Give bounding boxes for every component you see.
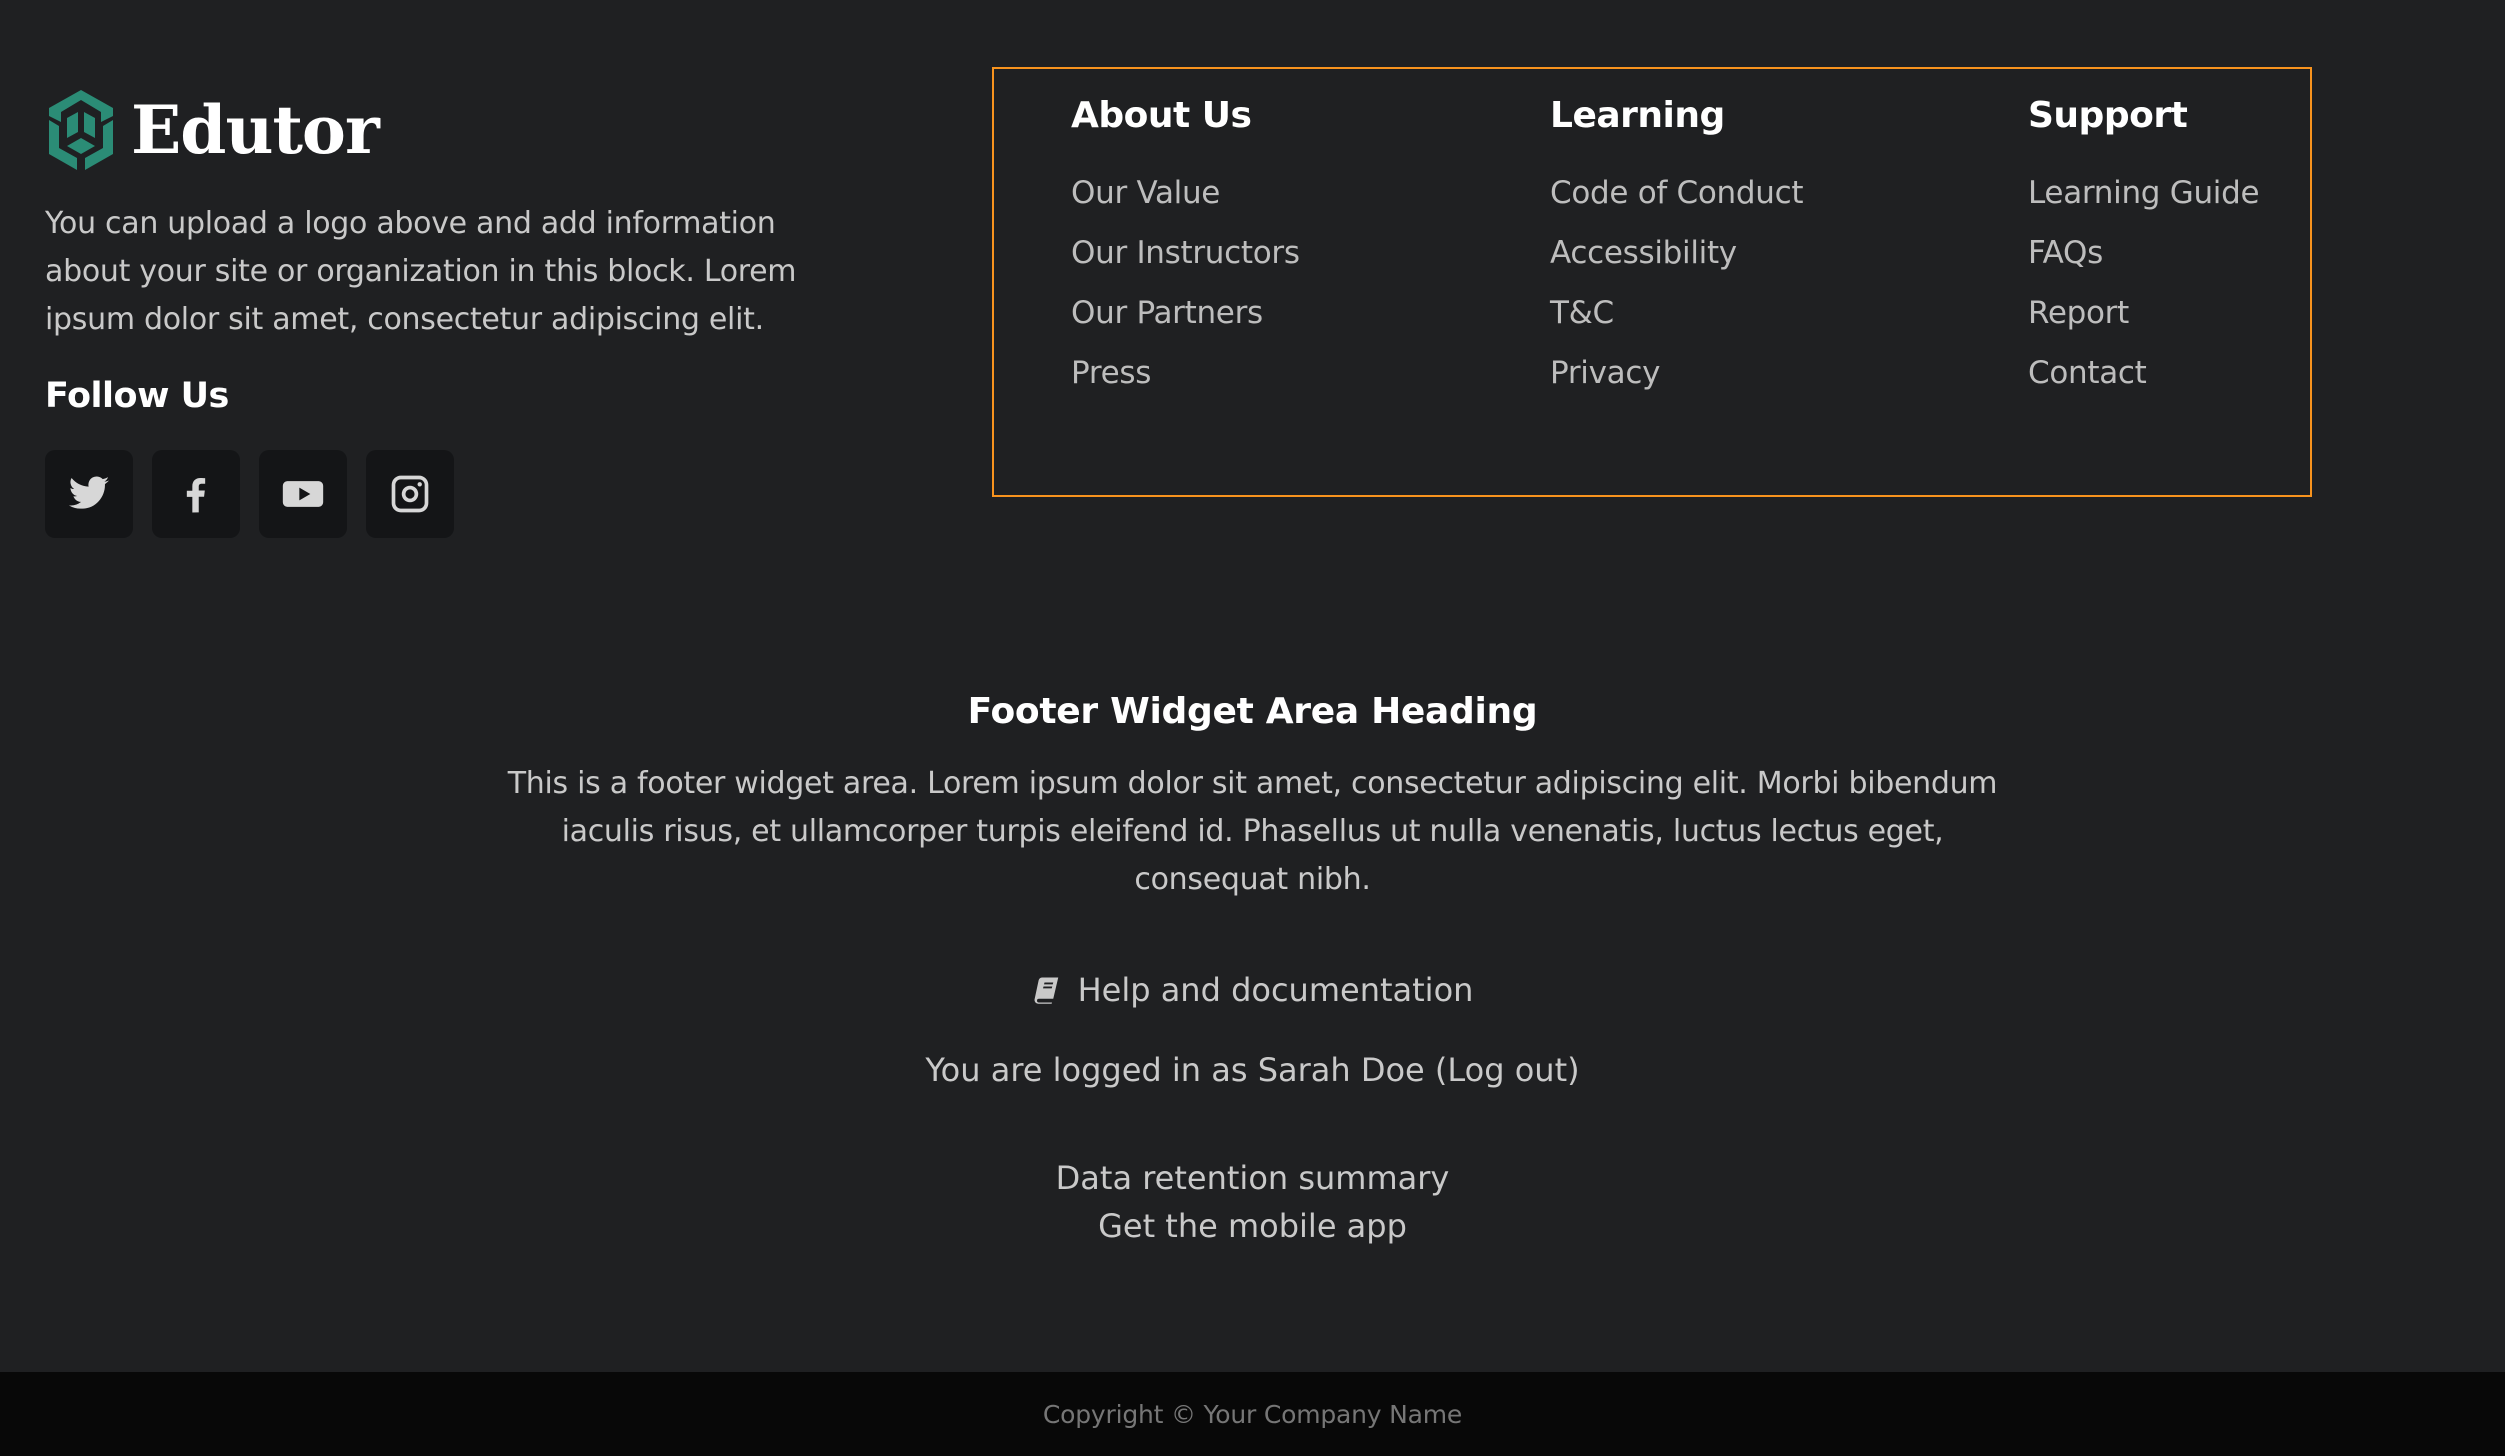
footer-link[interactable]: FAQs: [2028, 235, 2103, 271]
column-heading: Support: [2028, 95, 2188, 136]
brand-name: Edutor: [131, 91, 380, 169]
twitter-icon: [68, 476, 110, 509]
data-retention-link[interactable]: Data retention summary: [0, 1154, 2505, 1202]
link-column-support: Support Learning Guide FAQs Report Conta…: [2028, 91, 2260, 403]
login-info: You are logged in as Sarah Doe (Log out): [0, 1046, 2505, 1094]
footer-link[interactable]: Accessibility: [1550, 235, 1737, 271]
login-prefix: You are logged in as: [925, 1051, 1258, 1089]
instagram-icon: [391, 475, 429, 513]
footer-link[interactable]: Learning Guide: [2028, 175, 2260, 211]
footer-link[interactable]: Privacy: [1550, 355, 1660, 391]
facebook-button[interactable]: [152, 450, 240, 538]
link-column-learning: Learning Code of Conduct Accessibility T…: [1550, 91, 1804, 403]
column-heading: About Us: [1071, 95, 1252, 136]
youtube-icon: [282, 481, 324, 507]
about-description: You can upload a logo above and add info…: [45, 206, 797, 337]
widget-heading: Footer Widget Area Heading: [967, 691, 1538, 732]
book-icon: [1034, 977, 1058, 1004]
footer-widget-area: Footer Widget Area Heading This is a foo…: [0, 684, 2505, 904]
footer-link[interactable]: T&C: [1550, 295, 1614, 331]
footer-link[interactable]: Our Instructors: [1071, 235, 1300, 271]
site-brand[interactable]: Edutor: [45, 88, 380, 172]
extra-links: Data retention summary Get the mobile ap…: [0, 1154, 2505, 1250]
footer-link[interactable]: Our Value: [1071, 175, 1220, 211]
twitter-button[interactable]: [45, 450, 133, 538]
help-documentation-label: Help and documentation: [1077, 971, 1474, 1009]
help-documentation-link[interactable]: Help and documentation: [1032, 966, 1474, 1014]
mobile-app-link[interactable]: Get the mobile app: [0, 1202, 2505, 1250]
column-heading: Learning: [1550, 95, 1725, 136]
footer-links-box: About Us Our Value Our Instructors Our P…: [992, 67, 2312, 497]
widget-body: This is a footer widget area. Lorem ipsu…: [507, 766, 1998, 897]
copyright-bar: Copyright © Your Company Name: [0, 1372, 2505, 1456]
follow-us-heading: Follow Us: [45, 376, 229, 416]
facebook-icon: [186, 478, 206, 513]
footer-link[interactable]: Report: [2028, 295, 2129, 331]
logout-link[interactable]: (Log out): [1435, 1051, 1580, 1089]
youtube-button[interactable]: [259, 450, 347, 538]
footer-link[interactable]: Our Partners: [1071, 295, 1263, 331]
user-profile-link[interactable]: Sarah Doe: [1258, 1051, 1425, 1089]
footer-link[interactable]: Contact: [2028, 355, 2147, 391]
copyright-text: Copyright © Your Company Name: [1042, 1399, 1463, 1429]
footer-link[interactable]: Press: [1071, 355, 1151, 391]
help-documentation: Help and documentation: [0, 966, 2505, 1018]
social-links: [45, 450, 454, 538]
hexagon-cube-logo-icon: [49, 90, 113, 170]
instagram-button[interactable]: [366, 450, 454, 538]
link-column-about: About Us Our Value Our Instructors Our P…: [1071, 91, 1300, 403]
footer-link[interactable]: Code of Conduct: [1550, 175, 1804, 211]
